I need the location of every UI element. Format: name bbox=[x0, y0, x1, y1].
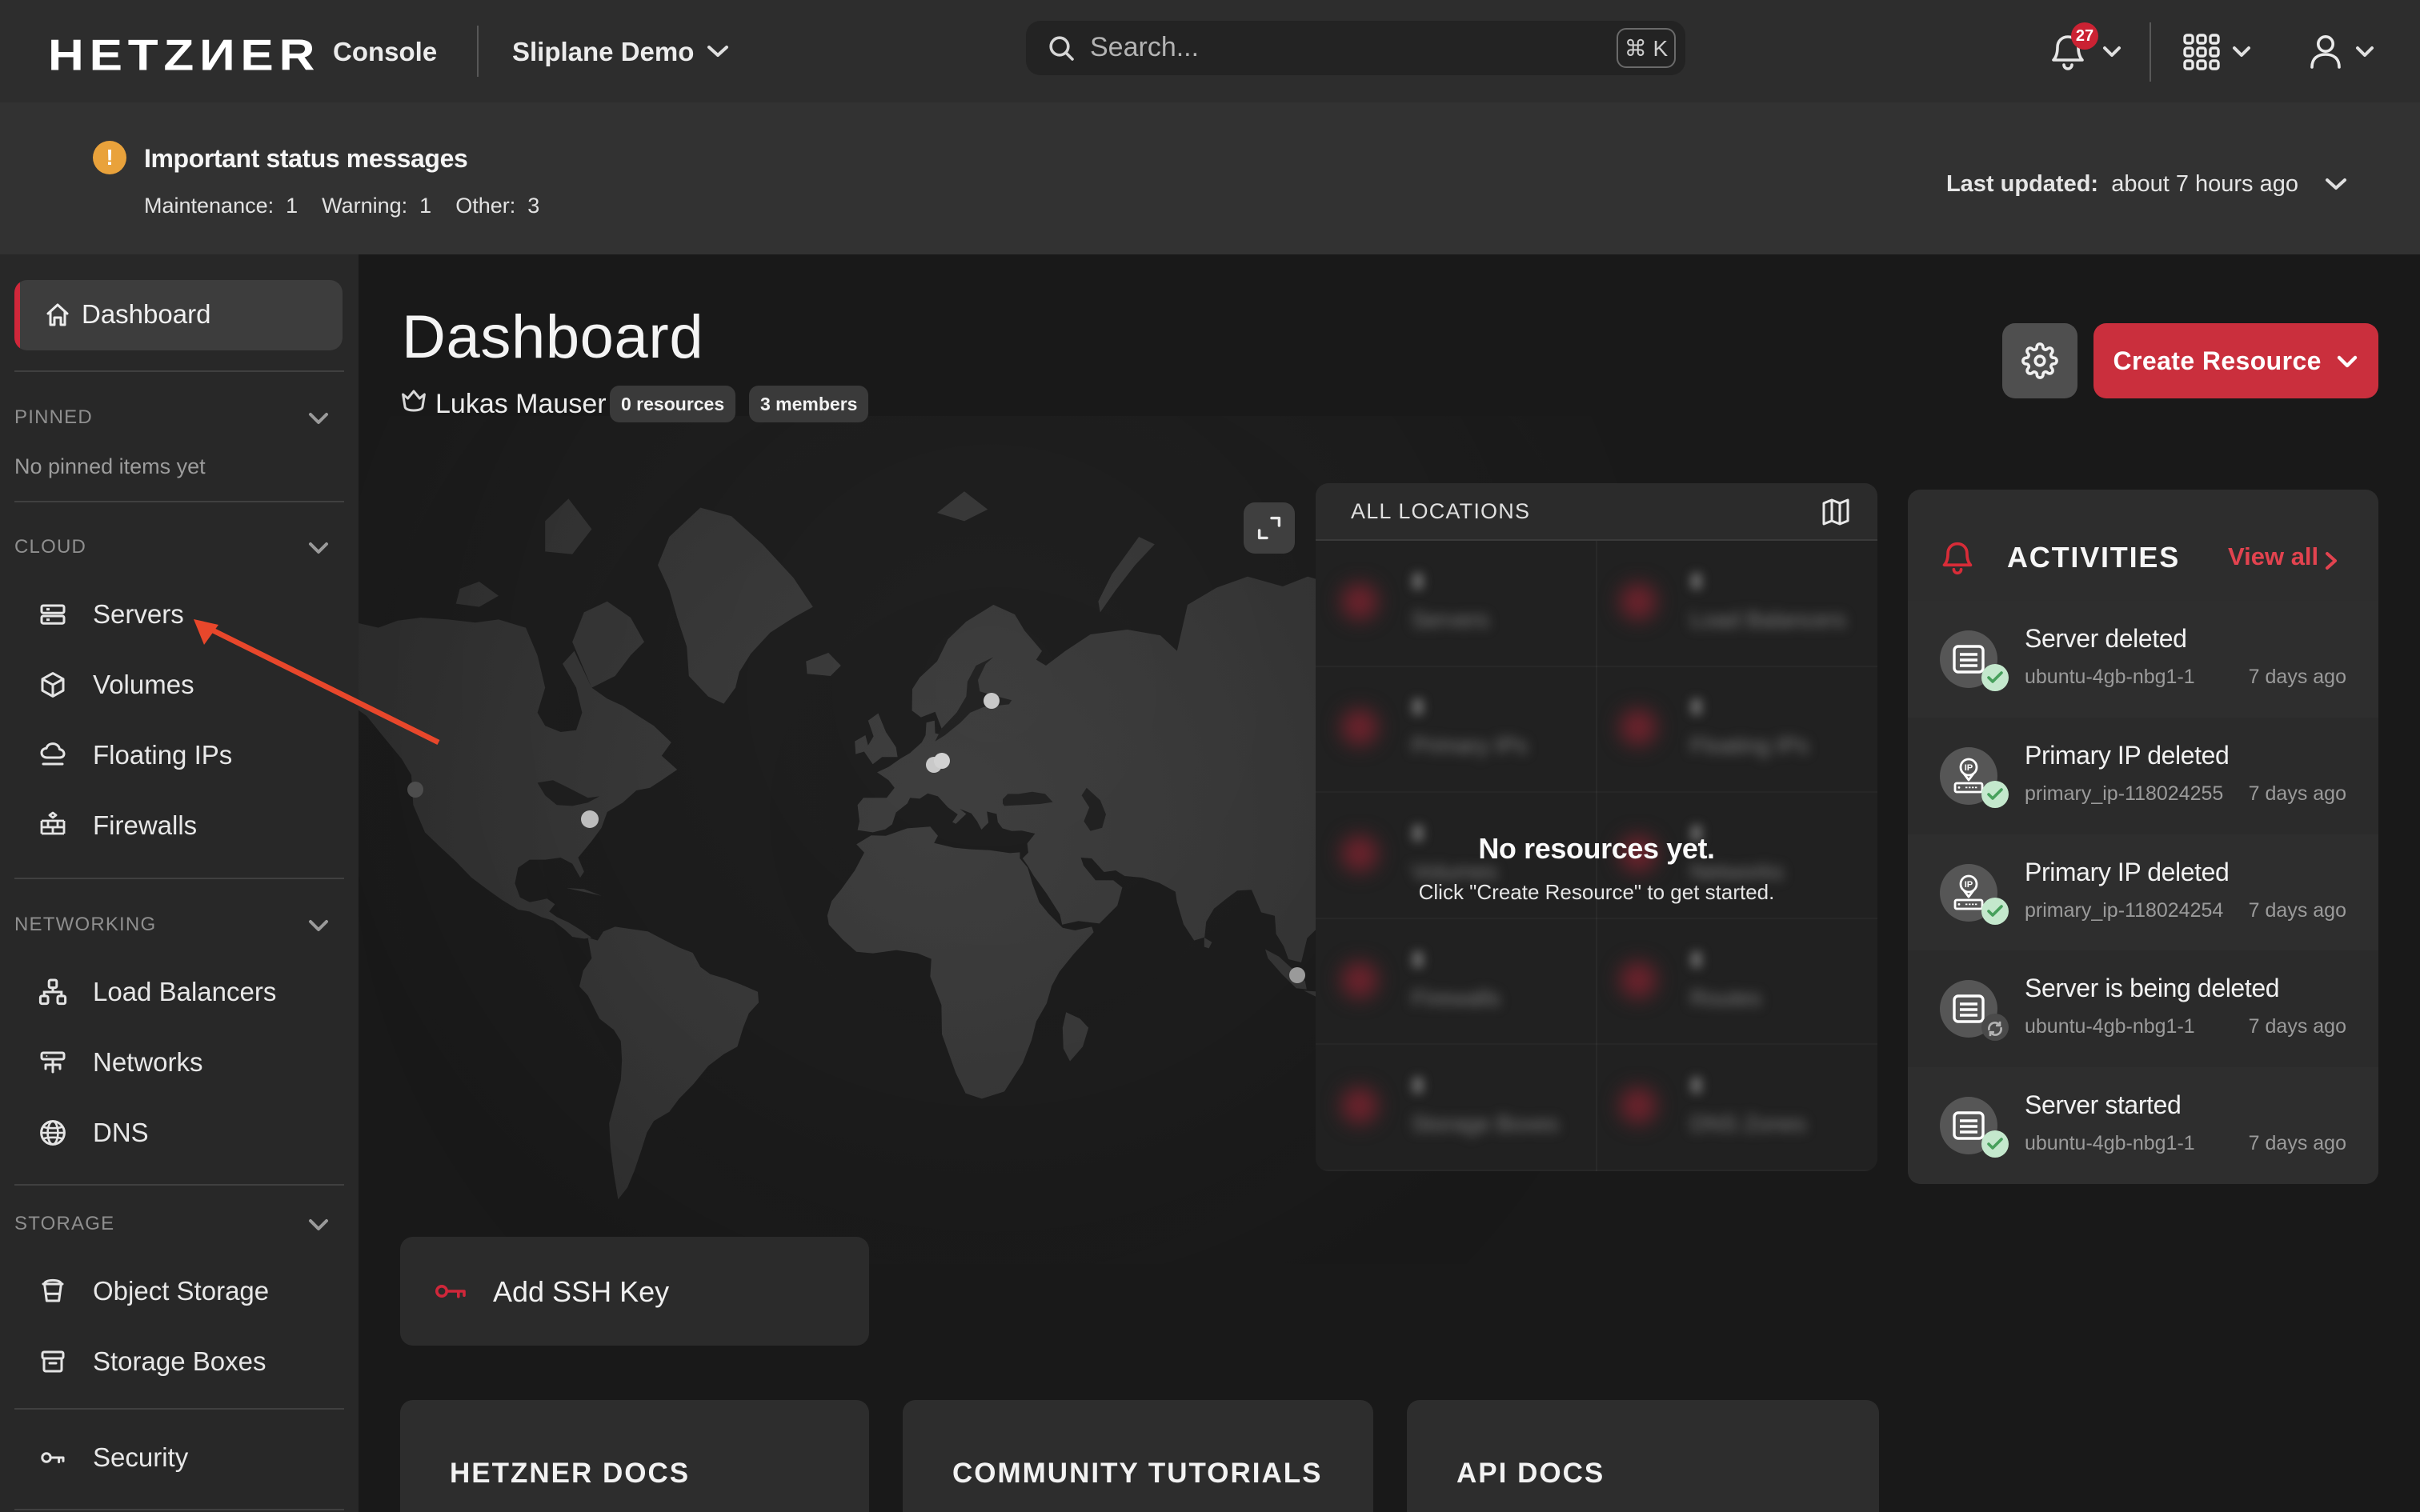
svg-text:IP: IP bbox=[1965, 880, 1973, 890]
svg-text:IP: IP bbox=[1965, 763, 1973, 773]
